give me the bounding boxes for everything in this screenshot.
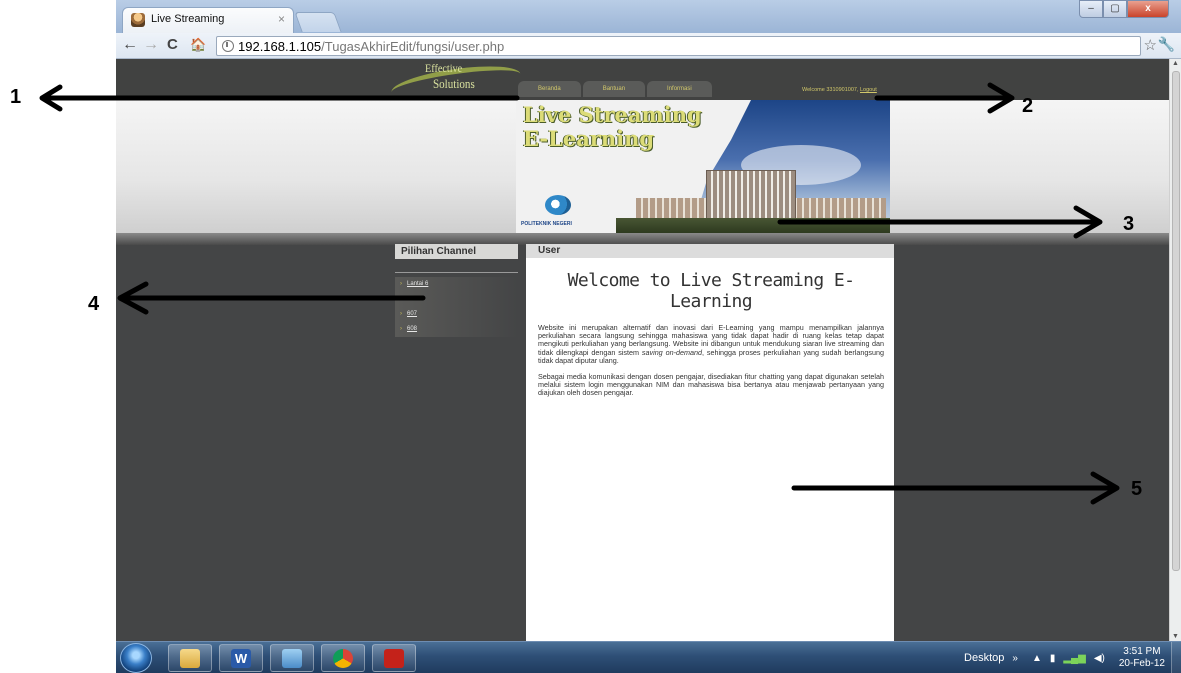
clock-time: 3:51 PM <box>1123 646 1161 657</box>
taskbar-acrobat-button[interactable] <box>372 644 416 672</box>
annotation-overlay <box>39 82 1120 505</box>
taskbar-chrome-button[interactable] <box>321 644 365 672</box>
system-tray: Desktop » ▲ ▮ ▂▄▆ ◀) 3:51 PM 20-Feb-12 <box>964 642 1181 673</box>
chrome-icon <box>333 649 353 668</box>
show-desktop-button[interactable] <box>1171 642 1181 673</box>
folder-icon <box>180 649 200 668</box>
taskbar-control-panel-button[interactable] <box>270 644 314 672</box>
tray-show-hidden-icon[interactable]: ▲ <box>1032 653 1042 664</box>
annotation-label-3: 3 <box>1123 213 1135 235</box>
toolbar-expand-icon[interactable]: » <box>1012 653 1018 664</box>
taskbar-clock[interactable]: 3:51 PM 20-Feb-12 <box>1119 646 1165 670</box>
start-button[interactable] <box>120 643 152 673</box>
tray-network-icon[interactable]: ▂▄▆ <box>1063 653 1085 664</box>
annotation-label-4: 4 <box>88 293 100 315</box>
annotation-label-2: 2 <box>1022 95 1034 117</box>
tray-volume-icon[interactable]: ◀) <box>1094 653 1105 664</box>
taskbar-explorer-button[interactable] <box>168 644 212 672</box>
desktop-toolbar-label[interactable]: Desktop <box>964 652 1004 664</box>
control-panel-icon <box>282 649 302 668</box>
annotation-label-1: 1 <box>10 86 22 108</box>
clock-date: 20-Feb-12 <box>1118 658 1165 669</box>
annotation-label-5: 5 <box>1131 478 1143 500</box>
pdf-icon <box>384 649 404 668</box>
word-icon: W <box>231 649 251 668</box>
tray-battery-icon[interactable]: ▮ <box>1050 653 1056 664</box>
taskbar: W Desktop » ▲ ▮ ▂▄▆ ◀) 3:51 PM 20-Feb-12 <box>116 641 1181 673</box>
screen: Live Streaming × – ▢ x ← → C 🏠 192.168.1… <box>0 0 1181 673</box>
taskbar-word-button[interactable]: W <box>219 644 263 672</box>
